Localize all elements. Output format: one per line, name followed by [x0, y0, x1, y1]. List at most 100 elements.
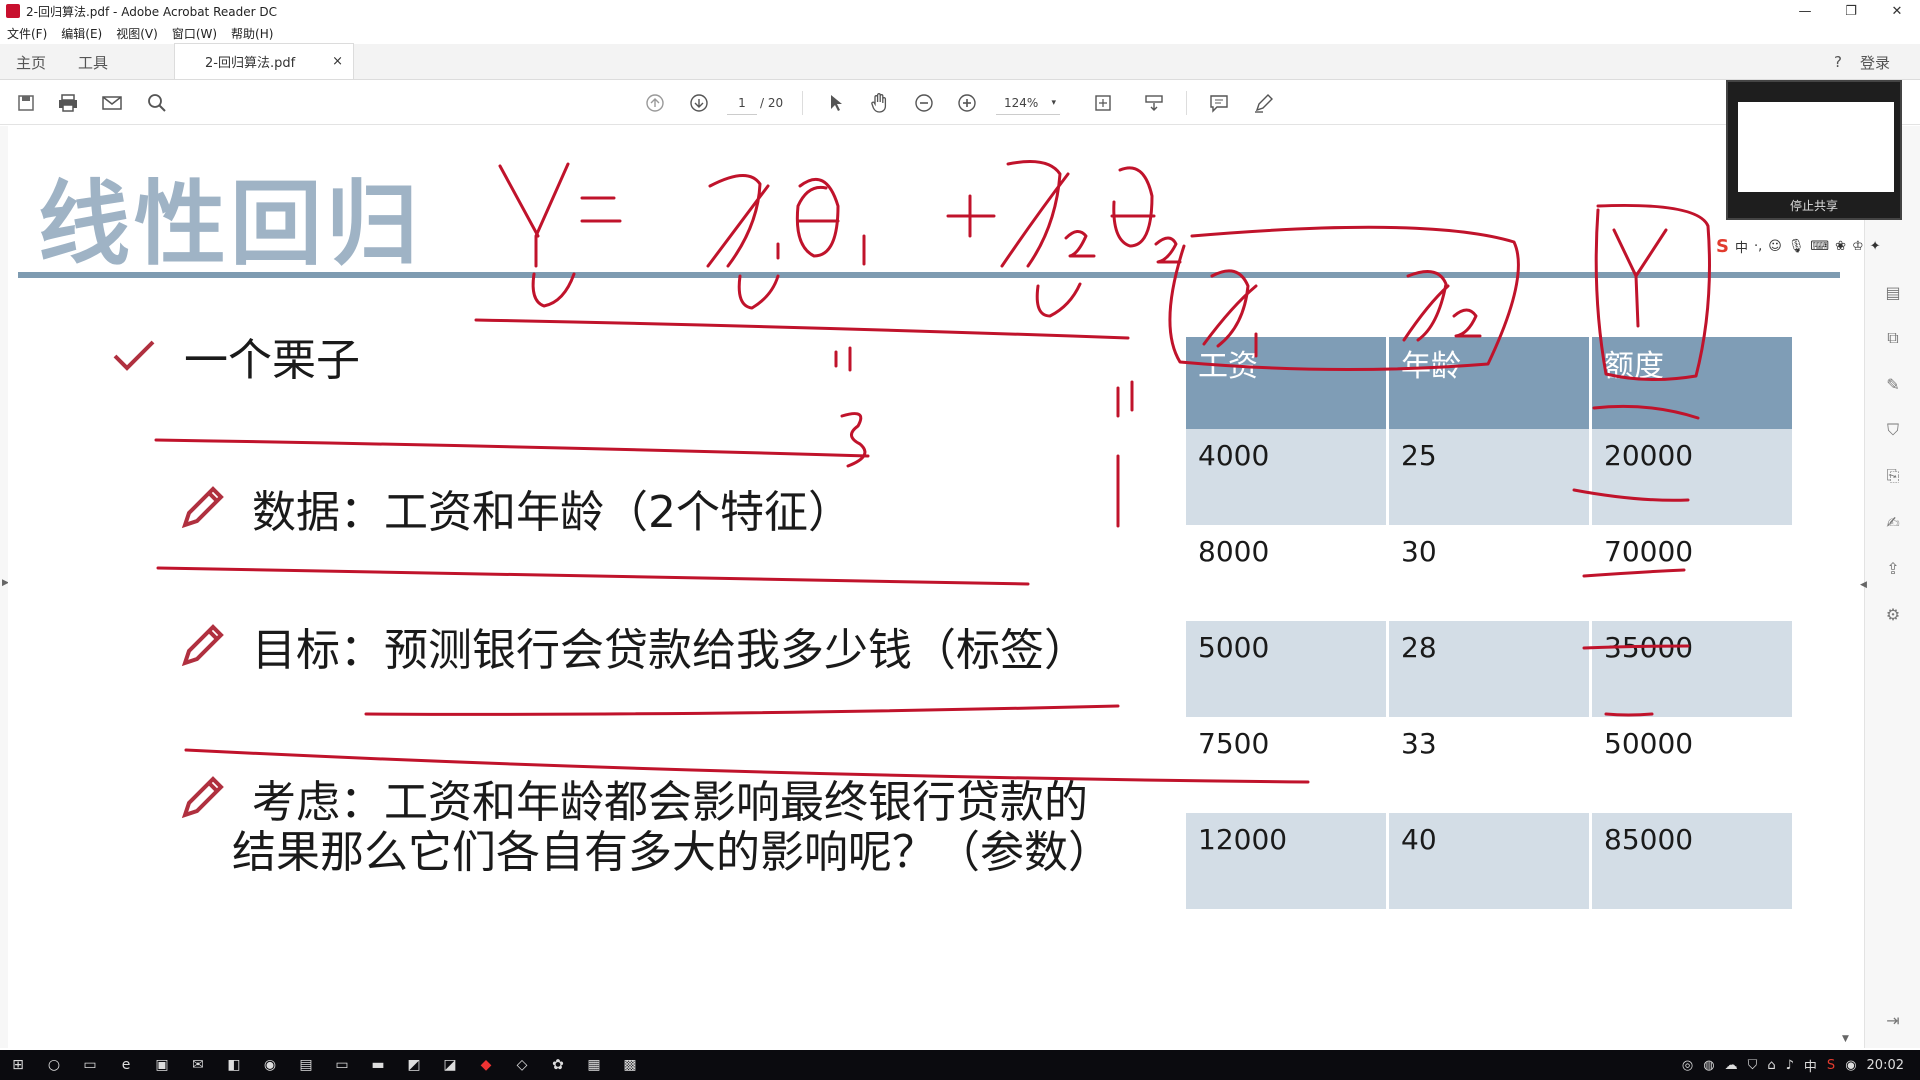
ink-stroke — [946, 194, 996, 238]
wrench-icon[interactable]: ✦ — [1870, 239, 1881, 254]
terminal-icon[interactable]: ▭ — [324, 1050, 360, 1080]
protect-icon[interactable]: ⛉ — [1879, 416, 1907, 444]
ink-stroke — [474, 318, 1130, 340]
table-cell: 28 — [1389, 621, 1589, 717]
search-icon[interactable] — [143, 89, 171, 117]
punctuation-icon[interactable]: ·, — [1754, 239, 1762, 254]
page-number-input[interactable]: 1 — [727, 91, 757, 115]
pdf-convert-icon[interactable]: ⎘ — [1879, 462, 1907, 490]
mic-icon[interactable]: 🎙 — [1788, 239, 1805, 254]
app-icon[interactable]: ▦ — [576, 1050, 612, 1080]
column-header-age: 年龄 — [1389, 337, 1589, 429]
menu-view[interactable]: 视图(V) — [109, 25, 165, 42]
hand-tool-icon[interactable] — [866, 89, 894, 117]
table-cell: 40 — [1389, 813, 1589, 909]
print-icon[interactable] — [54, 89, 82, 117]
create-pdf-icon[interactable]: ⧉ — [1879, 324, 1907, 352]
app-icon[interactable]: ◇ — [504, 1050, 540, 1080]
sogou-tray-icon[interactable]: S — [1827, 1058, 1835, 1073]
highlight-pen-icon[interactable] — [1250, 89, 1278, 117]
tab-document[interactable]: 2-回归算法.pdf × — [174, 43, 355, 79]
ink-stroke — [840, 412, 867, 468]
previous-page-icon[interactable] — [641, 89, 669, 117]
menu-edit[interactable]: 编辑(E) — [54, 25, 109, 42]
chrome-icon[interactable]: ◉ — [252, 1050, 288, 1080]
zoom-out-icon[interactable] — [910, 89, 938, 117]
export-pdf-icon[interactable]: ▤ — [1879, 278, 1907, 306]
scroll-down-arrow-icon[interactable]: ▼ — [1842, 1034, 1849, 1044]
file-explorer-icon[interactable]: ▤ — [288, 1050, 324, 1080]
tray-icon[interactable]: ◍ — [1703, 1058, 1714, 1073]
task-view-icon[interactable]: ▭ — [72, 1050, 108, 1080]
zoom-level-value: 124% — [1004, 96, 1039, 110]
keyboard-icon[interactable]: ⌨ — [1810, 239, 1829, 254]
fill-sign-icon[interactable]: ✍ — [1879, 508, 1907, 536]
volume-icon[interactable]: ♪ — [1786, 1058, 1794, 1073]
bullet-continuation: 结果那么它们各自有多大的影响呢？（参数） — [232, 827, 1112, 878]
help-icon[interactable]: ? — [1834, 53, 1842, 71]
zoom-in-icon[interactable] — [953, 89, 981, 117]
next-page-icon[interactable] — [685, 89, 713, 117]
tray-icon[interactable]: ☁ — [1725, 1058, 1738, 1073]
wechat-icon[interactable]: ✿ — [540, 1050, 576, 1080]
edit-pdf-icon[interactable]: ✎ — [1879, 370, 1907, 398]
table-cell: 4000 — [1186, 429, 1386, 525]
sogou-logo-icon[interactable]: S — [1716, 236, 1729, 257]
checkmark-icon — [104, 326, 164, 386]
ink-stroke — [1202, 269, 1258, 348]
bullet-text: 数据：工资和年龄（2个特征） — [252, 487, 852, 538]
bullet-data: 数据：工资和年龄（2个特征） — [172, 476, 852, 540]
edge-browser-icon[interactable]: e — [108, 1050, 144, 1080]
menu-help[interactable]: 帮助(H) — [224, 25, 280, 42]
app-icon[interactable]: ▬ — [360, 1050, 396, 1080]
bullet-target: 目标：预测银行会贷款给我多少钱（标签） — [172, 614, 1088, 678]
maximize-button[interactable]: ❐ — [1828, 0, 1874, 22]
zoom-level-select[interactable]: 124% ▾ — [996, 91, 1060, 115]
fit-page-icon[interactable] — [1090, 89, 1118, 117]
scroll-left-arrow-icon[interactable]: ◀ — [1860, 580, 1867, 590]
send-file-icon[interactable]: ⇪ — [1879, 554, 1907, 582]
app-icon[interactable]: ▩ — [612, 1050, 648, 1080]
emoji-icon[interactable]: ☺ — [1768, 239, 1782, 254]
search-circle-icon[interactable]: ○ — [36, 1050, 72, 1080]
ime-tray-indicator[interactable]: 中 — [1804, 1056, 1817, 1075]
save-icon[interactable] — [12, 89, 40, 117]
more-tools-icon[interactable]: ⚙ — [1879, 600, 1907, 628]
tab-tools[interactable]: 工具 — [62, 45, 124, 79]
mail-icon[interactable]: ✉ — [180, 1050, 216, 1080]
table-cell: 33 — [1401, 727, 1437, 760]
app-icon[interactable]: ◧ — [216, 1050, 252, 1080]
store-icon[interactable]: ▣ — [144, 1050, 180, 1080]
ink-stroke — [737, 274, 780, 310]
ink-stroke — [154, 438, 870, 458]
slide-title: 线性回归 — [38, 171, 423, 278]
app-icon[interactable]: ◪ — [432, 1050, 468, 1080]
table-row: 8000 30 70000 — [1186, 525, 1792, 621]
close-tab-button[interactable]: × — [332, 54, 343, 69]
tab-home[interactable]: 主页 — [0, 45, 62, 79]
comment-icon[interactable] — [1205, 89, 1233, 117]
table-header-row: 工资 年龄 额度 — [1186, 337, 1792, 429]
clock[interactable]: 20:02 — [1867, 1058, 1904, 1073]
menu-file[interactable]: 文件(F) — [0, 25, 54, 42]
avatar[interactable]: ◉ — [1845, 1058, 1856, 1073]
network-icon[interactable]: ⌂ — [1767, 1058, 1775, 1073]
skin-icon[interactable]: ❀ — [1835, 239, 1846, 254]
tray-icon[interactable]: ◎ — [1682, 1058, 1693, 1073]
table-cell: 35000 — [1592, 621, 1792, 717]
start-windows-icon[interactable]: ⊞ — [0, 1050, 36, 1080]
select-cursor-icon[interactable] — [822, 89, 850, 117]
scroll-mode-icon[interactable] — [1140, 89, 1168, 117]
login-button[interactable]: 登录 — [1860, 52, 1890, 73]
stop-share-button[interactable]: 停止共享 — [1728, 197, 1900, 214]
menu-window[interactable]: 窗口(W) — [165, 25, 224, 42]
app-icon[interactable]: ◩ — [396, 1050, 432, 1080]
close-window-button[interactable]: ✕ — [1874, 0, 1920, 22]
acrobat-taskbar-icon[interactable]: ◆ — [468, 1050, 504, 1080]
minimize-button[interactable]: — — [1782, 0, 1828, 22]
shirt-icon[interactable]: ♔ — [1852, 239, 1864, 254]
email-icon[interactable] — [98, 89, 126, 117]
ime-language[interactable]: 中 — [1735, 237, 1748, 256]
shield-icon[interactable]: ⛉ — [1748, 1058, 1758, 1073]
collapse-rail-icon[interactable]: ⇥ — [1879, 1006, 1907, 1034]
